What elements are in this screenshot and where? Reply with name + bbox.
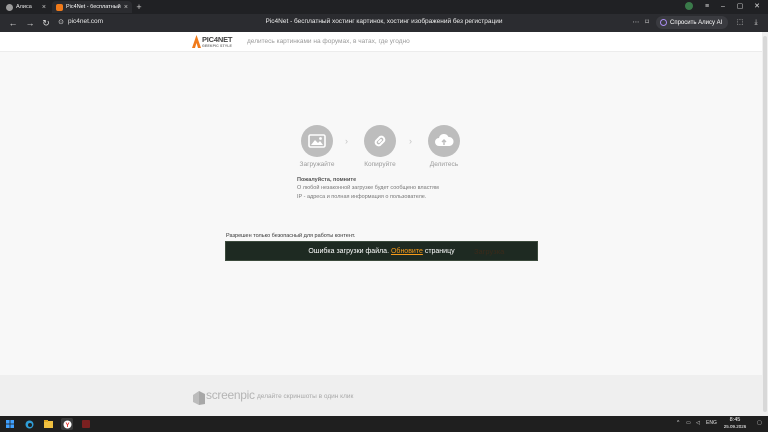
error-suffix: страницу xyxy=(424,247,455,255)
ask-alice-label: Спросить Алису AI xyxy=(670,19,723,26)
scrollbar-thumb[interactable] xyxy=(763,36,767,412)
alice-tab-icon xyxy=(6,3,13,11)
step-upload: Загружайте xyxy=(287,125,347,168)
forward-button[interactable]: → xyxy=(24,17,36,29)
tab-alice[interactable]: Алиса × xyxy=(2,1,50,13)
screenpic-logo-icon xyxy=(193,391,205,405)
logo-flame-icon xyxy=(192,35,201,48)
bookmark-icon[interactable]: ⌑ xyxy=(641,17,653,29)
logo-subtitle: GEEKPIC STYLE xyxy=(202,43,233,48)
extensions-icon[interactable]: ⬚ xyxy=(734,17,746,29)
site-footer: screenpic делайте скриншоты в один клик xyxy=(0,375,762,416)
chevron-right-icon: › xyxy=(409,136,412,146)
link-icon xyxy=(364,125,396,157)
image-icon xyxy=(301,125,333,157)
menu-icon[interactable]: ≡ xyxy=(702,2,712,12)
yandex-browser-icon[interactable]: Y xyxy=(61,418,73,430)
clock-time: 8:45 xyxy=(729,417,741,423)
minimize-button[interactable]: – xyxy=(718,2,728,12)
new-tab-button[interactable]: + xyxy=(134,2,144,12)
site-header: PIC4NET GEEKPIC STYLE делитесь картинкам… xyxy=(0,32,762,52)
ask-alice-button[interactable]: Спросить Алису AI xyxy=(656,16,728,29)
error-message: Ошибка загрузки файла. Обновите страницу xyxy=(308,248,454,255)
step-label: Делитесь xyxy=(429,161,459,168)
step-share: Делитесь xyxy=(414,125,474,168)
notice-block: Пожалуйста, помните О любой незаконной з… xyxy=(297,177,497,201)
back-button[interactable]: ← xyxy=(7,17,19,29)
reload-button[interactable]: ↻ xyxy=(40,17,52,29)
pic4net-logo[interactable]: PIC4NET GEEKPIC STYLE xyxy=(192,35,242,49)
alice-icon xyxy=(660,19,667,26)
maximize-button[interactable]: ▢ xyxy=(735,2,745,12)
tray-chevron-up-icon[interactable]: ^ xyxy=(677,420,679,426)
notice-heading: Пожалуйста, помните xyxy=(297,177,357,183)
app-icon[interactable] xyxy=(80,418,92,430)
close-tab-icon[interactable]: × xyxy=(42,4,46,11)
windows-start-icon[interactable] xyxy=(4,418,16,430)
upload-button-ghost: Загрузка xyxy=(474,247,505,256)
chevron-right-icon: › xyxy=(345,136,348,146)
network-icon[interactable]: ▭ xyxy=(686,420,691,426)
taskbar: Y ^ ▭ ◁ ENG 8:45 25.09.2026 ▢ xyxy=(0,416,768,432)
notice-line-1: О любой незаконной загрузке будет сообще… xyxy=(297,185,439,191)
screenpic-brand[interactable]: screenpic xyxy=(206,388,255,402)
cloud-upload-icon xyxy=(428,125,460,157)
volume-icon[interactable]: ◁ xyxy=(696,420,700,426)
browser-tab-bar: Алиса × Pic4Net - бесплатный х... × + ≡ … xyxy=(0,0,768,14)
close-window-button[interactable]: ✕ xyxy=(752,2,762,12)
tab-title: Алиса xyxy=(16,4,32,10)
site-tagline: делитесь картинками на форумах, в чатах,… xyxy=(247,38,410,45)
tab-pic4net[interactable]: Pic4Net - бесплатный х... × xyxy=(52,1,132,13)
pic4net-favicon-icon xyxy=(56,3,63,11)
download-icon[interactable]: ⤓ xyxy=(750,17,762,29)
notice-line-2: IP - адреса и полная информация о пользо… xyxy=(297,193,427,200)
step-label: Загружайте xyxy=(299,161,335,168)
footer-tagline: делайте скриншоты в один клик xyxy=(257,393,354,400)
profile-avatar-icon[interactable] xyxy=(684,2,694,14)
file-explorer-icon[interactable] xyxy=(42,418,54,430)
upload-error-bar: Ошибка загрузки файла. Обновите страницу… xyxy=(225,241,538,261)
page-content: PIC4NET GEEKPIC STYLE делитесь картинкам… xyxy=(0,32,762,416)
url-field[interactable] xyxy=(54,16,650,30)
edge-icon[interactable] xyxy=(23,418,35,430)
system-clock[interactable]: 8:45 25.09.2026 xyxy=(720,417,750,430)
language-indicator[interactable]: ENG xyxy=(706,420,717,426)
svg-text:Y: Y xyxy=(65,423,69,429)
clock-date: 25.09.2026 xyxy=(723,424,747,429)
safe-content-warning: Разрешен только безопасный для работы ко… xyxy=(226,233,356,239)
site-info-icon[interactable]: ⊙ xyxy=(55,17,67,29)
tab-title: Pic4Net - бесплатный х... xyxy=(66,4,121,10)
close-tab-icon[interactable]: × xyxy=(124,4,128,11)
url-text[interactable]: pic4net.com xyxy=(68,18,103,25)
notifications-icon[interactable]: ▢ xyxy=(757,420,762,426)
step-label: Копируйте xyxy=(364,161,396,168)
step-copy: Копируйте xyxy=(350,125,410,168)
refresh-link[interactable]: Обновите xyxy=(391,248,423,255)
error-text: Ошибка загрузки файла. xyxy=(308,247,390,255)
